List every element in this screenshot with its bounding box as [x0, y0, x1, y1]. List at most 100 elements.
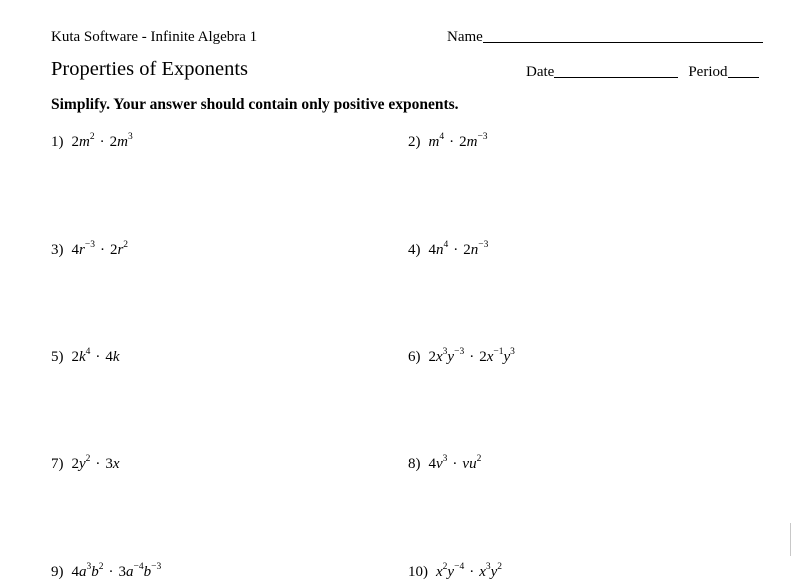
problem-number: 9) — [51, 564, 64, 580]
multiplication-dot: · — [469, 349, 475, 365]
problem-number: 2) — [408, 134, 421, 150]
problem-expression: 2x3y−3 · 2x−1y3 — [428, 347, 515, 366]
variable: n — [436, 242, 444, 258]
coefficient: 4 — [428, 242, 437, 258]
problem-number: 10) — [408, 564, 428, 580]
variable: a — [126, 564, 134, 580]
problem-number: 4) — [408, 242, 421, 258]
period-blank-line[interactable] — [727, 64, 759, 78]
exponent: −3 — [454, 347, 465, 357]
variable: a — [79, 564, 87, 580]
multiplication-dot: · — [452, 456, 458, 472]
problem-8: 8) 4v3 · vu2 — [408, 454, 482, 473]
multiplication-dot: · — [95, 349, 101, 365]
variable: x — [479, 564, 486, 580]
problem-number: 3) — [51, 242, 64, 258]
exponent: 2 — [98, 562, 104, 572]
coefficient: 2 — [479, 349, 487, 365]
variable: m — [79, 134, 90, 150]
coefficient: 2 — [459, 134, 467, 150]
variable: m — [466, 134, 478, 150]
period-label: Period — [688, 64, 728, 80]
exponent: −4 — [133, 562, 144, 572]
variable: b — [91, 564, 99, 580]
exponent: 3 — [442, 454, 448, 464]
variable: x — [112, 456, 120, 472]
problem-expression: m4 · 2m−3 — [428, 132, 488, 151]
exponent: 4 — [85, 347, 91, 357]
multiplication-dot: · — [469, 564, 475, 580]
variable: k — [112, 349, 120, 365]
problem-expression: 4r−3 · 2r2 — [71, 240, 129, 259]
problem-6: 6) 2x3y−3 · 2x−1y3 — [408, 347, 515, 366]
exponent: 3 — [127, 132, 133, 142]
variable: x — [436, 564, 443, 580]
exponent: −3 — [84, 240, 95, 250]
exponent: 2 — [85, 454, 91, 464]
problem-number: 1) — [51, 134, 64, 150]
multiplication-dot: · — [108, 564, 114, 580]
coefficient: 2 — [71, 456, 80, 472]
exponent: 4 — [443, 240, 449, 250]
problem-expression: 2m2 · 2m3 — [71, 132, 133, 151]
variable: x — [436, 349, 443, 365]
problem-expression: 2k4 · 4k — [71, 347, 120, 366]
problem-number: 8) — [408, 456, 421, 472]
coefficient: 3 — [118, 564, 127, 580]
coefficient: 4 — [71, 242, 80, 258]
problem-expression: 4n4 · 2n−3 — [428, 240, 489, 259]
name-label: Name — [447, 29, 483, 45]
problem-number: 6) — [408, 349, 421, 365]
problem-number: 5) — [51, 349, 64, 365]
multiplication-dot: · — [95, 456, 101, 472]
problem-expression: 4a3b2 · 3a−4b−3 — [71, 562, 162, 581]
exponent: −3 — [477, 132, 488, 142]
variable: y — [79, 456, 86, 472]
exponent: 3 — [510, 347, 515, 357]
problem-9: 9) 4a3b2 · 3a−4b−3 — [51, 562, 162, 581]
problem-expression: x2y−4 · x3y2 — [436, 562, 503, 581]
coefficient: 3 — [105, 456, 113, 472]
problem-2: 2) m4 · 2m−3 — [408, 132, 488, 151]
variable: vu — [462, 456, 477, 472]
exponent: −3 — [478, 240, 489, 250]
problem-expression: 4v3 · vu2 — [428, 454, 482, 473]
name-field[interactable]: Name — [447, 29, 763, 46]
worksheet-source: Kuta Software - Infinite Algebra 1 — [51, 29, 258, 45]
problem-7: 7) 2y2 · 3x — [51, 454, 120, 473]
exponent: 2 — [123, 240, 129, 250]
problem-4: 4) 4n4 · 2n−3 — [408, 240, 489, 259]
problem-expression: 2y2 · 3x — [71, 454, 120, 473]
variable: b — [143, 564, 152, 580]
exponent: −4 — [454, 562, 465, 572]
exponent: 2 — [497, 562, 503, 572]
problem-3: 3) 4r−3 · 2r2 — [51, 240, 129, 259]
worksheet-title: Properties of Exponents — [51, 58, 248, 80]
exponent: −1 — [493, 347, 504, 357]
variable: m — [117, 134, 128, 150]
problem-5: 5) 2k4 · 4k — [51, 347, 120, 366]
variable: m — [428, 134, 440, 150]
coefficient: 4 — [428, 456, 437, 472]
problem-10: 10) x2y−4 · x3y2 — [408, 562, 503, 581]
date-label: Date — [526, 64, 555, 80]
problem-1: 1) 2m2 · 2m3 — [51, 132, 133, 151]
coefficient: 2 — [463, 242, 471, 258]
instructions: Simplify. Your answer should contain onl… — [51, 96, 459, 113]
problem-number: 7) — [51, 456, 64, 472]
exponent: 2 — [476, 454, 482, 464]
multiplication-dot: · — [99, 134, 105, 150]
coefficient: 2 — [428, 349, 437, 365]
coefficient: 2 — [71, 134, 80, 150]
scrollbar-edge[interactable] — [790, 523, 791, 556]
coefficient: 2 — [71, 349, 80, 365]
coefficient: 4 — [105, 349, 113, 365]
coefficient: 4 — [71, 564, 80, 580]
exponent: 2 — [89, 132, 95, 142]
name-blank-line[interactable] — [482, 29, 763, 43]
multiplication-dot: · — [99, 242, 105, 258]
variable: v — [436, 456, 443, 472]
exponent: 4 — [439, 132, 445, 142]
date-blank-line[interactable] — [554, 64, 679, 78]
exponent: −3 — [151, 562, 162, 572]
